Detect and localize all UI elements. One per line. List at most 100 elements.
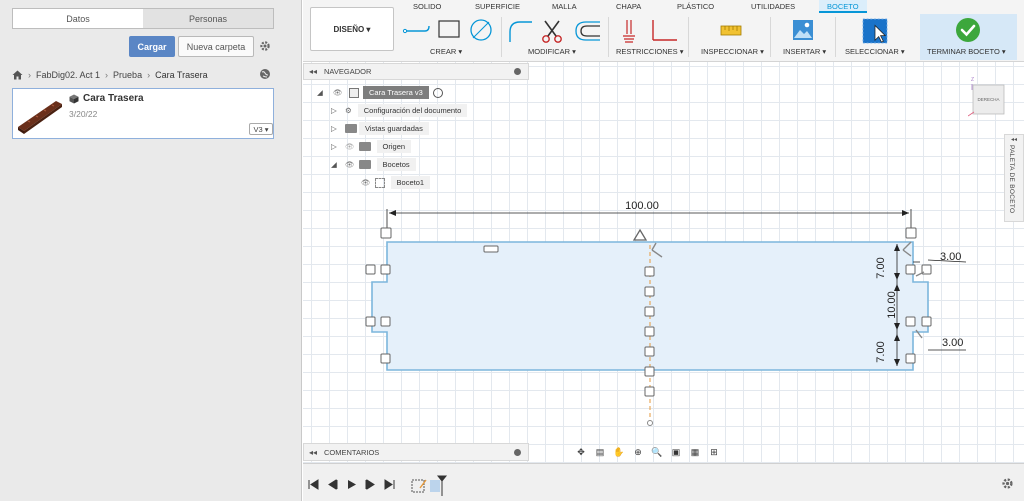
- inspect-menu[interactable]: INSPECCIONAR ▾: [701, 47, 764, 56]
- expand-icon[interactable]: ◂◂: [1011, 136, 1017, 143]
- constraints-menu[interactable]: RESTRICCIONES ▾: [616, 47, 684, 56]
- select-icon[interactable]: [861, 18, 889, 44]
- viewcube[interactable]: Z DERECHA: [968, 76, 1008, 118]
- coincident-constraint-icon[interactable]: [623, 20, 635, 43]
- navigation-bar: ✥ ▤ ✋ ⊕ 🔍 ▣ ▦ ⊞: [573, 443, 753, 461]
- tree-item-origin[interactable]: ▷ 👁 Origen: [331, 139, 412, 154]
- display-settings-icon[interactable]: ▣: [668, 445, 684, 459]
- breadcrumb-folder[interactable]: Prueba: [113, 70, 142, 80]
- dimension-notch-bottom[interactable]: 3.00: [942, 337, 963, 349]
- tab-solido[interactable]: SOLIDO: [413, 2, 441, 11]
- dimension-top-segment[interactable]: 7.00: [875, 257, 887, 278]
- collapse-icon[interactable]: ◂◂: [309, 448, 317, 457]
- offset-icon[interactable]: [575, 21, 600, 41]
- tree-item-label: Configuración del documento: [357, 104, 468, 117]
- folder-icon: [358, 142, 371, 151]
- insert-menu[interactable]: INSERTAR ▾: [783, 47, 826, 56]
- tab-malla[interactable]: MALLA: [552, 2, 577, 11]
- measure-icon[interactable]: [719, 18, 743, 44]
- folder-icon: [345, 124, 357, 133]
- finish-sketch-label[interactable]: TERMINAR BOCETO ▾: [927, 47, 1006, 56]
- file-name[interactable]: Cara Trasera: [83, 93, 144, 104]
- breadcrumb-current: Cara Trasera: [155, 70, 208, 80]
- timeline-feature-sketch[interactable]: [410, 474, 448, 498]
- globe-icon[interactable]: [259, 68, 271, 80]
- file-thumbnail: [18, 101, 62, 134]
- timeline: [303, 463, 1024, 501]
- cube-icon: [69, 94, 79, 104]
- eye-icon[interactable]: 👁: [333, 88, 345, 97]
- version-dropdown[interactable]: V3 ▾: [249, 123, 273, 135]
- dimension-middle-segment[interactable]: 10.00: [886, 291, 898, 319]
- dimension-notch-top[interactable]: 3.00: [940, 251, 961, 263]
- zoom-icon[interactable]: ⊕: [630, 445, 646, 459]
- sketch-palette-tab[interactable]: ◂◂ PALETA DE BOCETO: [1004, 134, 1024, 222]
- expand-icon[interactable]: ◢: [331, 160, 341, 169]
- pin-icon[interactable]: [514, 68, 521, 75]
- viewcube-face-label[interactable]: DERECHA: [977, 97, 999, 102]
- step-forward-icon[interactable]: [365, 479, 376, 490]
- eye-icon[interactable]: 👁: [345, 142, 355, 151]
- upload-button[interactable]: Cargar: [129, 36, 175, 57]
- expand-icon[interactable]: ▷: [331, 124, 341, 133]
- tree-root[interactable]: ◢ 👁 Cara Trasera v3: [317, 85, 443, 100]
- go-to-end-icon[interactable]: [384, 479, 395, 490]
- file-card[interactable]: Cara Trasera 3/20/22 V3 ▾: [12, 88, 274, 139]
- tree-item-sketches[interactable]: ◢ 👁 Bocetos: [331, 157, 416, 172]
- tab-personas[interactable]: Personas: [143, 9, 273, 28]
- tab-datos[interactable]: Datos: [13, 9, 143, 28]
- step-back-icon[interactable]: [327, 479, 338, 490]
- tree-item-sketch1[interactable]: 👁 Boceto1: [361, 175, 431, 190]
- home-icon[interactable]: [12, 70, 23, 80]
- look-at-icon[interactable]: ▤: [592, 445, 608, 459]
- expand-icon[interactable]: ◢: [317, 88, 327, 97]
- dimension-width-text[interactable]: 100.00: [625, 200, 659, 212]
- new-folder-button[interactable]: Nueva carpeta: [178, 36, 254, 57]
- dimension-bottom-segment[interactable]: 7.00: [875, 341, 887, 362]
- comments-panel[interactable]: ◂◂ COMENTARIOS: [303, 443, 529, 461]
- file-date: 3/20/22: [69, 109, 98, 119]
- dimension-width[interactable]: 100.00: [386, 200, 912, 232]
- navigator-title: NAVEGADOR: [324, 67, 372, 76]
- toolbar: DISEÑO ▾ SOLIDO SUPERFICIE MALLA CHAPA P…: [303, 0, 1024, 62]
- gear-icon: ⚙: [345, 106, 352, 115]
- viewports-icon[interactable]: ⊞: [706, 445, 722, 459]
- play-icon[interactable]: [346, 479, 357, 490]
- tab-utilidades[interactable]: UTILIDADES: [751, 2, 795, 11]
- eye-icon[interactable]: 👁: [345, 160, 355, 169]
- tab-plastico[interactable]: PLÁSTICO: [677, 2, 714, 11]
- circle-icon[interactable]: [470, 19, 492, 41]
- orbit-icon[interactable]: ✥: [573, 445, 589, 459]
- insert-image-icon[interactable]: [791, 18, 815, 44]
- trim-icon[interactable]: [542, 20, 562, 43]
- svg-text:Z: Z: [971, 77, 974, 83]
- collapse-icon[interactable]: ◂◂: [309, 67, 317, 76]
- tree-item-named-views[interactable]: ▷ Vistas guardadas: [331, 121, 429, 136]
- activate-radio[interactable]: [432, 87, 443, 98]
- pan-hand-icon[interactable]: ✋: [611, 445, 627, 459]
- create-tools: [402, 19, 492, 41]
- grid-settings-icon[interactable]: ▦: [687, 445, 703, 459]
- tab-superficie[interactable]: SUPERFICIE: [475, 2, 520, 11]
- breadcrumb-project[interactable]: FabDig02. Act 1: [36, 70, 100, 80]
- expand-icon[interactable]: ▷: [331, 106, 341, 115]
- perpendicular-constraint-icon[interactable]: [652, 20, 677, 41]
- gear-icon[interactable]: [259, 40, 271, 52]
- fillet-icon[interactable]: [509, 21, 532, 42]
- go-to-start-icon[interactable]: [308, 479, 319, 490]
- workspace-dropdown[interactable]: DISEÑO ▾: [310, 7, 394, 51]
- tab-chapa[interactable]: CHAPA: [616, 2, 641, 11]
- gear-icon[interactable]: [1001, 477, 1014, 490]
- pin-icon[interactable]: [514, 448, 521, 456]
- navigator-header[interactable]: ◂◂ NAVEGADOR: [303, 63, 529, 80]
- eye-icon[interactable]: 👁: [361, 178, 371, 187]
- tree-item-document-settings[interactable]: ▷ ⚙ Configuración del documento: [331, 103, 468, 118]
- create-menu[interactable]: CREAR ▾: [430, 47, 462, 56]
- tab-boceto[interactable]: BOCETO: [819, 0, 867, 13]
- expand-icon[interactable]: ▷: [331, 142, 341, 151]
- rectangle-icon[interactable]: [438, 20, 460, 38]
- line-icon[interactable]: [402, 25, 430, 34]
- fit-icon[interactable]: 🔍: [649, 445, 665, 459]
- modify-menu[interactable]: MODIFICAR ▾: [528, 47, 576, 56]
- select-menu[interactable]: SELECCIONAR ▾: [845, 47, 905, 56]
